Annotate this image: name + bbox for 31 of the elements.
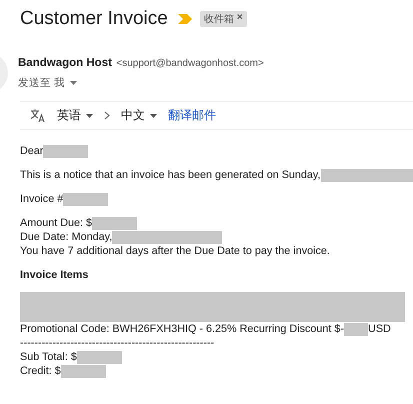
redaction-block: [60, 364, 106, 378]
caret-icon: [86, 114, 93, 118]
importance-marker-icon[interactable]: [178, 14, 192, 24]
chevron-right-icon: [104, 111, 110, 120]
dropdown-caret-icon[interactable]: [70, 81, 77, 85]
recipient-label: 发送至 我: [18, 76, 65, 90]
label-text: 收件箱: [204, 13, 234, 26]
body-text: ------------------------------------------------------: [20, 337, 214, 349]
source-language-dropdown[interactable]: 英语: [57, 107, 93, 124]
redaction-block: [43, 144, 88, 158]
body-text: USD: [368, 323, 391, 335]
body-text: Dear: [20, 145, 44, 157]
caret-icon: [150, 114, 157, 118]
body-text: Promotional Code: BWH26FXH3HIQ - 6.25% Recurring Discount $-: [20, 323, 344, 335]
body-text: Amount Due: $: [20, 217, 92, 229]
body-text: Due Date: Monday,: [20, 231, 112, 243]
body-text: Sub Total: $: [20, 351, 77, 363]
redaction-block: [76, 350, 122, 364]
body-text: Credit: $: [20, 365, 61, 377]
body-text: You have 7 additional days after the Due Date to pay the invoice.: [20, 245, 330, 257]
redaction-block: [63, 192, 108, 206]
sender-name: Bandwagon Host: [18, 57, 112, 69]
target-language-dropdown[interactable]: 中文: [121, 107, 157, 124]
remove-label-button[interactable]: ×: [236, 12, 243, 26]
email-subject: Customer Invoice: [20, 8, 168, 30]
body-text: Invoice #: [20, 193, 64, 205]
translate-icon: [30, 108, 46, 122]
sender-email: <support@bandwagonhost.com>: [116, 58, 264, 69]
body-text: This is a notice that an invoice has been generated on Sunday,: [20, 169, 321, 181]
section-heading: Invoice Items: [20, 269, 88, 281]
translate-message-link[interactable]: 翻译邮件: [168, 107, 216, 124]
